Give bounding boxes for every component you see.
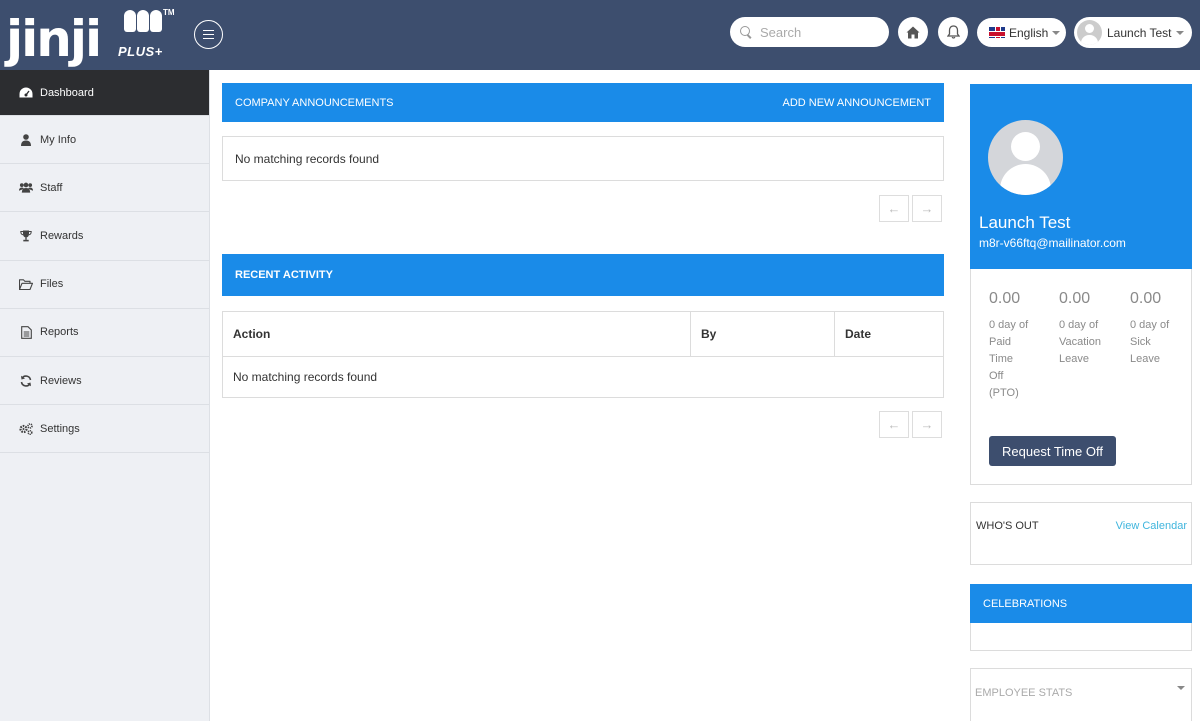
sidebar-item-reviews[interactable]: Reviews [0,357,209,406]
user-name: Launch Test [1107,25,1172,40]
user-menu[interactable]: Launch Test [1074,17,1192,48]
vacation-balance: 0.00 0 day of Vacation Leave [1059,289,1119,368]
sidebar-item-my-info[interactable]: My Info [0,116,209,165]
logo-trademark: TM [163,8,175,17]
jinji-logo[interactable]: jinji TM PLUS+ [6,6,175,68]
search-box[interactable] [730,17,889,47]
sidebar-item-label: Rewards [40,229,84,242]
sidebar-item-label: Staff [40,181,63,194]
column-header-action[interactable]: Action [222,311,691,357]
add-announcement-link[interactable]: ADD NEW ANNOUNCEMENT [782,97,931,109]
view-calendar-link[interactable]: View Calendar [1116,520,1187,532]
column-header-date[interactable]: Date [834,311,944,357]
refresh-icon [19,374,33,387]
table-header-row: Action By Date [222,311,944,357]
logo-text: jinji [6,10,102,68]
balance-type: Paid Time Off (PTO) [989,336,1019,399]
celebrations-body [970,623,1192,651]
sidebar-item-files[interactable]: Files [0,261,209,309]
search-input[interactable] [760,24,870,40]
next-page-button[interactable]: → [912,195,942,222]
home-icon [906,26,920,38]
sidebar-item-staff[interactable]: Staff [0,164,209,213]
balance-value: 0.00 [989,290,1021,307]
announcements-pager: ← → [879,195,942,222]
notifications-button[interactable] [938,17,968,47]
announcements-header: COMPANY ANNOUNCEMENTS ADD NEW ANNOUNCEME… [222,83,944,122]
language-label: English [1009,25,1049,40]
sick-balance: 0.00 0 day of Sick Leave [1130,289,1190,368]
recent-activity-table: Action By Date No matching records found [222,311,944,398]
sidebar-item-label: Settings [40,422,80,435]
sidebar-item-dashboard[interactable]: Dashboard [0,70,209,116]
celebrations-title: CELEBRATIONS [983,597,1068,610]
time-off-balances: 0.00 0 day of Paid Time Off (PTO) 0.00 0… [970,269,1192,485]
pto-balance: 0.00 0 day of Paid Time Off (PTO) [989,289,1049,402]
balance-unit: 0 day of [1130,319,1170,331]
table-row: No matching records found [222,356,944,398]
chevron-down-icon [1175,30,1184,35]
column-header-by[interactable]: By [690,311,835,357]
user-icon [19,133,33,146]
avatar [1077,20,1102,45]
whos-out-panel: WHO'S OUT View Calendar [970,502,1192,565]
balance-type: Sick Leave [1130,336,1160,365]
next-page-button[interactable]: → [912,411,942,438]
request-time-off-button[interactable]: Request Time Off [989,436,1116,466]
language-selector[interactable]: English [977,18,1066,47]
profile-avatar [988,120,1063,195]
hamburger-icon [203,33,214,36]
home-button[interactable] [898,17,928,47]
logo-plus-text: PLUS+ [118,44,163,59]
search-icon [740,26,752,38]
chevron-down-icon [1177,686,1185,690]
balance-unit: 0 day of [1059,319,1099,331]
uk-flag-icon [989,27,1005,38]
balance-value: 0.00 [1130,290,1162,307]
recent-activity-header: RECENT ACTIVITY [222,254,944,296]
celebrations-header: CELEBRATIONS [970,584,1192,623]
menu-toggle-button[interactable] [194,20,223,49]
prev-page-button[interactable]: ← [879,195,909,222]
cogs-icon [19,422,33,435]
bell-icon [946,25,960,39]
balance-type: Vacation Leave [1059,336,1101,365]
profile-card: Launch Test m8r-v66ftq@mailinator.com [970,84,1192,269]
sidebar-item-label: My Info [40,133,77,146]
profile-email: m8r-v66ftq@mailinator.com [979,236,1126,250]
folder-open-icon [19,278,33,290]
dashboard-icon [19,87,33,99]
activity-pager: ← → [879,411,942,438]
employee-stats-title: EMPLOYEE STATS [975,687,1073,699]
sidebar-item-label: Files [40,278,64,291]
prev-page-button[interactable]: ← [879,411,909,438]
announcements-empty-state: No matching records found [222,136,944,181]
file-text-icon [19,325,33,339]
sidebar-item-label: Reports [40,326,79,339]
sidebar-item-rewards[interactable]: Rewards [0,212,209,261]
balance-unit: 0 day of [989,319,1029,331]
sidebar-item-label: Dashboard [40,86,94,99]
top-header: jinji TM PLUS+ English Launch Test [0,0,1200,70]
sidebar-item-reports[interactable]: Reports [0,309,209,357]
users-icon [19,182,33,194]
whos-out-title: WHO'S OUT [976,520,1039,532]
activity-empty-state: No matching records found [222,356,944,398]
logo-people-icon [124,10,162,32]
sidebar: Dashboard My Info Staff Rewards Files Re… [0,70,210,721]
chevron-down-icon [1052,30,1061,35]
profile-name: Launch Test [979,213,1071,232]
trophy-icon [19,230,33,242]
sidebar-item-settings[interactable]: Settings [0,405,209,454]
employee-stats-dropdown[interactable]: EMPLOYEE STATS [970,668,1192,721]
balance-value: 0.00 [1059,290,1091,307]
recent-activity-title: RECENT ACTIVITY [235,269,333,281]
sidebar-item-label: Reviews [40,374,82,387]
announcements-title: COMPANY ANNOUNCEMENTS [235,96,394,109]
